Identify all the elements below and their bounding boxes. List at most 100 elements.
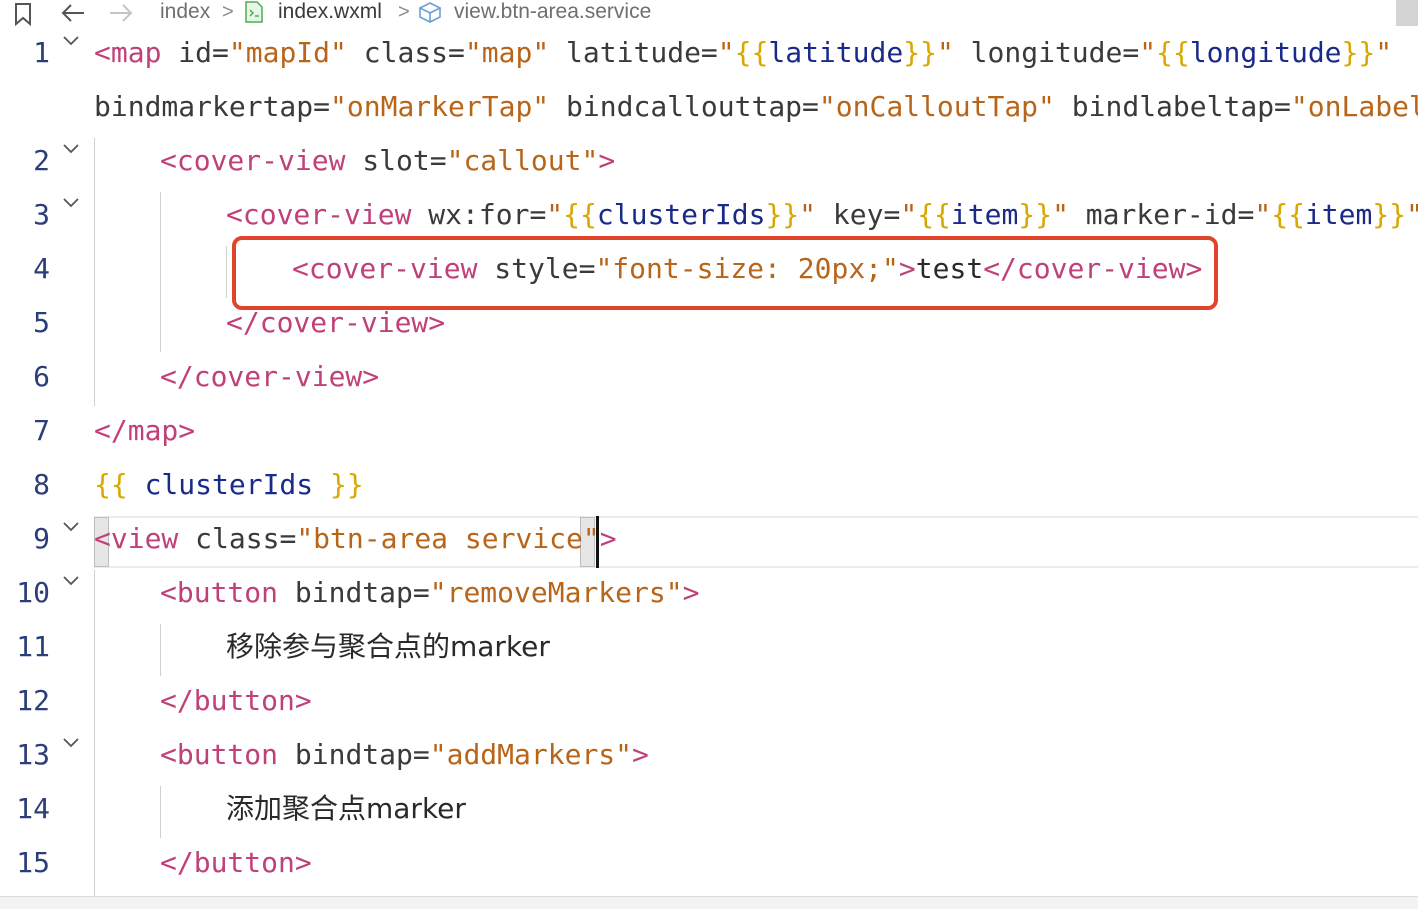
code-token: {{ bbox=[917, 198, 951, 231]
code-token: > bbox=[294, 684, 312, 717]
code-line[interactable]: 15 </button> bbox=[0, 836, 1418, 890]
code-token: latitude= bbox=[549, 36, 718, 69]
code-line[interactable]: 6 </cover-view> bbox=[0, 350, 1418, 404]
code-token: </cover-view bbox=[226, 306, 429, 339]
code-token: 添加聚合点marker bbox=[226, 792, 466, 825]
chevron-down-icon[interactable] bbox=[62, 142, 80, 156]
line-number: 1 bbox=[33, 36, 50, 69]
code-text: 移除参与聚合点的marker bbox=[226, 620, 550, 674]
code-token: }} bbox=[330, 468, 364, 501]
highlight-annotation-box bbox=[232, 236, 1218, 310]
code-token: clusterIds bbox=[127, 468, 331, 501]
line-number: 6 bbox=[33, 360, 50, 393]
line-number: 3 bbox=[33, 198, 50, 231]
code-editor[interactable]: 1 <map id="mapId" class="map" latitude="{… bbox=[0, 26, 1418, 896]
breadcrumb-folder[interactable]: index bbox=[160, 0, 210, 24]
line-number: 5 bbox=[33, 306, 50, 339]
code-token: item bbox=[950, 198, 1019, 231]
arrow-left-icon[interactable] bbox=[60, 2, 86, 24]
code-token: slot= bbox=[345, 144, 447, 177]
code-line[interactable]: 14 添加聚合点marker bbox=[0, 782, 1418, 836]
code-line[interactable]: 8 {{ clusterIds }} bbox=[0, 458, 1418, 512]
code-token: > bbox=[632, 738, 649, 771]
code-line[interactable]: 1 <map id="mapId" class="map" latitude="{… bbox=[0, 26, 1418, 80]
code-line[interactable]: 2 <cover-view slot="callout"> bbox=[0, 134, 1418, 188]
code-token: {{ bbox=[1156, 36, 1190, 69]
code-token: <cover-view bbox=[160, 144, 346, 177]
code-token: wx:for= bbox=[411, 198, 547, 231]
code-token: <button bbox=[160, 576, 279, 609]
code-text: {{ clusterIds }} bbox=[94, 458, 364, 512]
code-token: class= bbox=[346, 36, 465, 69]
line-number: 4 bbox=[33, 252, 50, 285]
chevron-down-icon[interactable] bbox=[62, 34, 80, 48]
code-text: <view class="btn-area service"> bbox=[94, 512, 617, 566]
line-number: 10 bbox=[16, 576, 50, 609]
chevron-down-icon[interactable] bbox=[62, 736, 80, 750]
code-token: </button bbox=[160, 684, 295, 717]
code-line[interactable]: 12 </button> bbox=[0, 674, 1418, 728]
code-token: }} bbox=[765, 198, 800, 231]
line-number: 9 bbox=[33, 522, 50, 555]
code-token: " bbox=[717, 36, 735, 69]
code-token: {{ bbox=[563, 198, 597, 231]
code-token: "onMarkerTap" bbox=[330, 90, 550, 123]
status-bar-edge bbox=[0, 896, 1418, 909]
breadcrumb-symbol[interactable]: view.btn-area.service bbox=[454, 0, 651, 24]
chevron-down-icon[interactable] bbox=[62, 196, 80, 210]
code-line[interactable]: 13 <button bindtap="addMarkers"> bbox=[0, 728, 1418, 782]
code-token: item bbox=[1304, 198, 1373, 231]
text-cursor bbox=[596, 516, 599, 568]
arrow-right-icon[interactable] bbox=[108, 2, 134, 24]
code-line[interactable]: bindmarkertap="onMarkerTap" bindcalloutt… bbox=[0, 80, 1418, 134]
code-text: </map> bbox=[94, 404, 195, 458]
bookmark-icon[interactable] bbox=[12, 2, 34, 26]
code-token: latitude bbox=[768, 36, 904, 69]
code-line[interactable]: 3 <cover-view wx:for="{{clusterIds}}" key… bbox=[0, 188, 1418, 242]
code-token: > bbox=[598, 144, 616, 177]
line-number: 11 bbox=[16, 630, 50, 663]
code-token: class= bbox=[178, 522, 297, 555]
code-text: </cover-view> bbox=[160, 350, 379, 404]
code-token: "onCalloutTap" bbox=[818, 90, 1055, 123]
code-token: "map" bbox=[464, 36, 550, 69]
code-token: }} bbox=[1372, 198, 1407, 231]
code-text: bindmarkertap="onMarkerTap" bindcalloutt… bbox=[94, 80, 1418, 134]
code-token: " bbox=[1052, 198, 1069, 231]
code-token: "addMarkers" bbox=[429, 738, 633, 771]
line-number: 13 bbox=[16, 738, 50, 771]
chevron-right-icon: > bbox=[398, 1, 410, 23]
code-token: <button bbox=[160, 738, 279, 771]
code-token: id= bbox=[161, 36, 229, 69]
code-line[interactable]: 9 <view class="btn-area service"> bbox=[0, 512, 1418, 566]
code-token: " bbox=[799, 198, 817, 231]
code-token: " bbox=[1375, 36, 1393, 69]
code-line[interactable]: 7 </map> bbox=[0, 404, 1418, 458]
code-token: longitude= bbox=[953, 36, 1140, 69]
code-text: <button bindtap="addMarkers"> bbox=[160, 728, 649, 782]
code-token: > bbox=[428, 306, 446, 339]
code-token: <map bbox=[94, 36, 162, 69]
code-token: bindtap= bbox=[278, 576, 430, 609]
code-text: <cover-view slot="callout"> bbox=[160, 134, 615, 188]
code-token: }} bbox=[1341, 36, 1376, 69]
code-token: bindtap= bbox=[278, 738, 430, 771]
code-token: bindlabeltap= bbox=[1054, 90, 1291, 123]
code-token: "btn-area service" bbox=[296, 522, 600, 555]
breadcrumb-file[interactable]: index.wxml bbox=[278, 0, 382, 24]
code-token: bindmarkertap= bbox=[94, 90, 331, 123]
chevron-down-icon[interactable] bbox=[62, 574, 80, 588]
code-token: " bbox=[900, 198, 918, 231]
code-token: > bbox=[682, 576, 700, 609]
chevron-right-icon: > bbox=[222, 1, 234, 23]
breadcrumb-bar: index > index.wxml > view.btn-area.servi… bbox=[0, 0, 1418, 26]
code-token: "callout" bbox=[446, 144, 599, 177]
code-token: marker-id= bbox=[1068, 198, 1255, 231]
code-token: }} bbox=[1018, 198, 1053, 231]
chevron-down-icon[interactable] bbox=[62, 520, 80, 534]
code-line[interactable]: 11 移除参与聚合点的marker bbox=[0, 620, 1418, 674]
wxml-file-icon bbox=[245, 1, 263, 23]
code-token: bindcallouttap= bbox=[549, 90, 819, 123]
code-line[interactable]: 10 <button bindtap="removeMarkers"> bbox=[0, 566, 1418, 620]
code-token: clusterIds bbox=[596, 198, 766, 231]
